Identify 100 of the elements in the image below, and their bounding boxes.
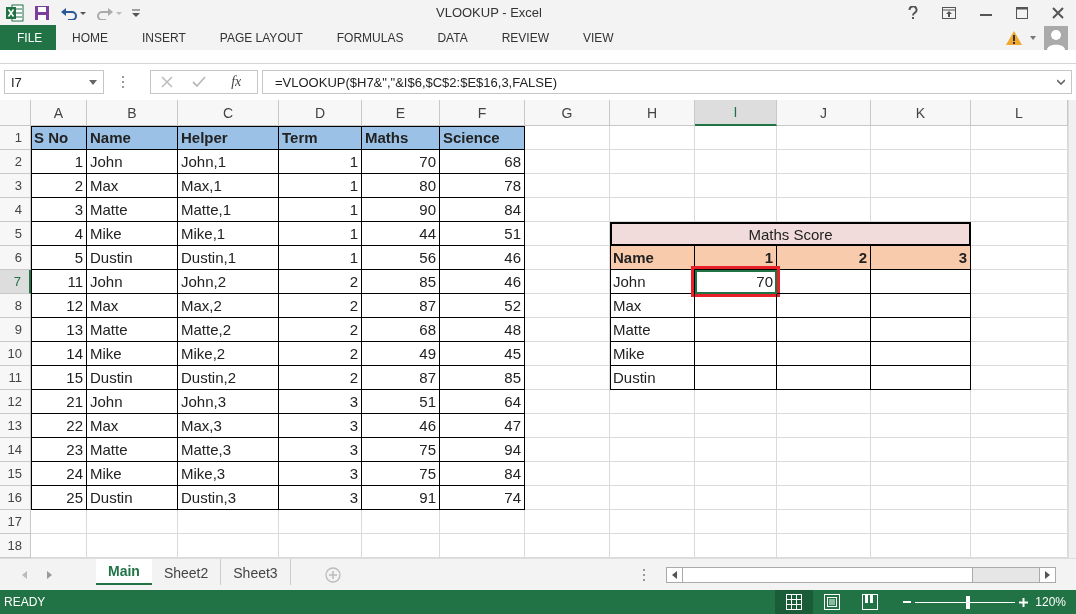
ribbon-tab[interactable]: FORMULAS	[336, 25, 422, 50]
column-header[interactable]: G	[525, 100, 610, 126]
table-cell: 5	[31, 246, 87, 270]
zoom-out-icon[interactable]	[903, 598, 911, 606]
maximize-icon[interactable]	[1016, 6, 1028, 19]
row-header[interactable]: 13	[0, 414, 31, 438]
scrollbar-thumb[interactable]	[683, 567, 973, 582]
ribbon-tab[interactable]: PAGE LAYOUT	[219, 25, 321, 50]
column-header[interactable]: B	[87, 100, 178, 126]
ribbon-tab[interactable]: DATA	[437, 25, 486, 50]
table-cell: 3	[279, 438, 362, 462]
table-cell[interactable]	[777, 270, 871, 294]
scroll-left-icon[interactable]	[672, 570, 677, 579]
expand-icon[interactable]	[1057, 79, 1065, 85]
insert-function-button[interactable]: fx	[225, 73, 248, 91]
caret-icon[interactable]	[89, 79, 97, 85]
drag-handle-icon[interactable]	[643, 568, 646, 581]
row-header[interactable]: 1	[0, 126, 31, 150]
table-cell[interactable]	[777, 366, 871, 390]
normal-view-button[interactable]	[775, 590, 813, 614]
zoom-level[interactable]: 120%	[1028, 595, 1076, 609]
row-header[interactable]: 16	[0, 486, 31, 510]
column-header[interactable]: J	[777, 100, 871, 126]
row-header[interactable]: 7	[0, 270, 31, 294]
column-heading: Helper	[178, 126, 279, 150]
name-box[interactable]: I7	[4, 70, 104, 94]
table-cell[interactable]	[777, 294, 871, 318]
sheet-tab[interactable]: Sheet2	[151, 559, 222, 585]
help-icon[interactable]	[908, 5, 918, 20]
table-cell[interactable]	[871, 270, 971, 294]
table-cell: 2	[279, 342, 362, 366]
table-cell[interactable]	[871, 342, 971, 366]
ribbon-tab[interactable]: HOME	[72, 25, 126, 50]
ribbon-tab[interactable]: INSERT	[142, 25, 204, 50]
column-header[interactable]: H	[610, 100, 695, 126]
column-header[interactable]: D	[279, 100, 362, 126]
save-icon[interactable]	[34, 4, 50, 21]
sheet-tab[interactable]: Main	[96, 559, 152, 585]
table-cell: Mike,1	[178, 222, 279, 246]
column-header[interactable]: I	[695, 100, 777, 126]
column-heading: 3	[871, 246, 971, 270]
table-cell: 24	[31, 462, 87, 486]
table-cell[interactable]	[871, 318, 971, 342]
column-header[interactable]: E	[362, 100, 440, 126]
table-cell[interactable]: 70	[695, 270, 777, 294]
table-cell: 75	[362, 438, 440, 462]
row-header[interactable]: 12	[0, 390, 31, 414]
drag-handle-icon[interactable]	[121, 75, 125, 89]
row-header[interactable]: 15	[0, 462, 31, 486]
column-header[interactable]: A	[31, 100, 87, 126]
table-cell: 1	[279, 198, 362, 222]
row-header[interactable]: 11	[0, 366, 31, 390]
caret-icon[interactable]	[1030, 35, 1036, 40]
row-header[interactable]: 3	[0, 174, 31, 198]
table-cell[interactable]	[871, 366, 971, 390]
sheet-tab[interactable]: Sheet3	[221, 559, 291, 585]
table-cell[interactable]	[777, 342, 871, 366]
table-cell: Max	[87, 294, 178, 318]
customize-toolbar-icon[interactable]	[132, 7, 140, 18]
table-cell: Dustin	[87, 486, 178, 510]
file-tab[interactable]: FILE	[0, 25, 56, 50]
check-icon[interactable]	[191, 76, 206, 88]
slider-thumb[interactable]	[966, 595, 970, 609]
zoom-in-icon[interactable]	[1019, 597, 1028, 607]
name-box-value: I7	[11, 74, 22, 90]
formula-text: =VLOOKUP($H7&","&I$6,$C$2:$E$16,3,FALSE)	[275, 74, 558, 90]
row-header[interactable]: 4	[0, 198, 31, 222]
table-cell: Mike,2	[178, 342, 279, 366]
horizontal-scrollbar[interactable]	[666, 566, 1056, 583]
table-cell[interactable]	[695, 342, 777, 366]
row-header[interactable]: 17	[0, 510, 31, 534]
column-header[interactable]: L	[971, 100, 1068, 126]
row-header[interactable]: 10	[0, 342, 31, 366]
row-header[interactable]: 18	[0, 534, 31, 558]
scroll-right-icon[interactable]	[1045, 570, 1050, 579]
undo-icon[interactable]	[60, 5, 86, 20]
close-icon[interactable]	[1052, 6, 1064, 19]
ribbon-tab[interactable]: REVIEW	[501, 25, 567, 50]
table-cell: 22	[31, 414, 87, 438]
table-cell: 80	[362, 174, 440, 198]
vertical-scrollbar[interactable]	[1068, 100, 1076, 558]
column-heading: S No	[31, 126, 87, 150]
row-header[interactable]: 5	[0, 222, 31, 246]
row-header[interactable]: 14	[0, 438, 31, 462]
column-header[interactable]: K	[871, 100, 971, 126]
ribbon-tab[interactable]: VIEW	[583, 25, 632, 50]
table-cell[interactable]	[695, 366, 777, 390]
table-cell[interactable]	[695, 294, 777, 318]
row-header[interactable]: 8	[0, 294, 31, 318]
table-cell[interactable]	[695, 318, 777, 342]
row-header[interactable]: 2	[0, 150, 31, 174]
warning-icon[interactable]	[1006, 30, 1022, 45]
table-cell[interactable]	[871, 294, 971, 318]
row-header[interactable]: 6	[0, 246, 31, 270]
table-cell[interactable]	[777, 318, 871, 342]
column-header[interactable]: F	[440, 100, 525, 126]
column-header[interactable]: C	[178, 100, 279, 126]
ribbon-display-options-icon[interactable]	[942, 6, 956, 19]
formula-field[interactable]: =VLOOKUP($H7&","&I$6,$C$2:$E$16,3,FALSE)	[262, 70, 1072, 94]
row-header[interactable]: 9	[0, 318, 31, 342]
